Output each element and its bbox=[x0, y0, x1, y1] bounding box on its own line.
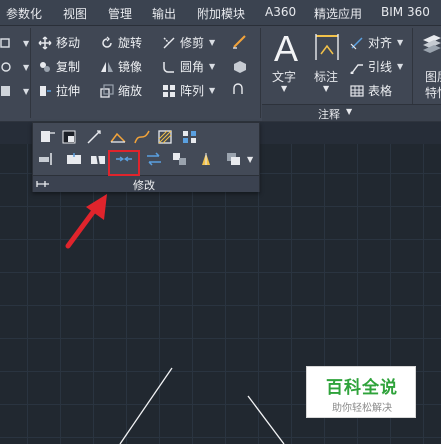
annotation-footer-label: 注释 bbox=[318, 108, 340, 121]
draw-partial-icon bbox=[1, 62, 11, 72]
trim-dropdown[interactable]: ▼ bbox=[209, 38, 215, 47]
rotate-button[interactable]: 旋转 bbox=[100, 34, 142, 51]
array-label: 阵列 bbox=[180, 84, 205, 98]
stretch-button[interactable]: 拉伸 bbox=[38, 82, 80, 99]
align-label: 对齐 bbox=[368, 36, 393, 50]
annotation-panel-footer[interactable]: 注释 ▼ bbox=[262, 104, 441, 121]
move-button[interactable]: 移动 bbox=[38, 34, 80, 51]
dimension-icon bbox=[315, 34, 339, 60]
trim-icon bbox=[163, 37, 175, 48]
draw-partial-icon bbox=[1, 86, 10, 96]
lengthen-icon[interactable] bbox=[85, 129, 103, 145]
move-icon bbox=[38, 36, 52, 49]
mirror-button[interactable]: 镜像 bbox=[100, 58, 142, 75]
align-dim-button[interactable]: 对齐 ▼ bbox=[350, 34, 403, 51]
modify-panel-expanded: ▼ 修改 bbox=[32, 122, 260, 192]
layers-icon[interactable] bbox=[420, 32, 441, 60]
align-icon[interactable] bbox=[37, 151, 55, 167]
leader-button[interactable]: 引线 ▼ bbox=[350, 58, 403, 75]
ribbon-separator bbox=[30, 28, 31, 118]
dimension-label: 标注 bbox=[314, 70, 339, 84]
ribbon-separator bbox=[260, 28, 261, 118]
edit-polyline-icon[interactable] bbox=[109, 129, 127, 145]
match-properties-icon[interactable] bbox=[39, 129, 57, 145]
table-button[interactable]: 表格 bbox=[350, 82, 392, 99]
trim-button[interactable]: 修剪 ▼ bbox=[162, 34, 215, 51]
reverse-icon[interactable] bbox=[145, 151, 163, 167]
edit-spline-icon[interactable] bbox=[133, 129, 151, 145]
pointer-arrow-icon bbox=[65, 194, 107, 249]
fillet-label: 圆角 bbox=[180, 60, 205, 74]
text-label: 文字 bbox=[272, 70, 297, 84]
text-big-icon: A bbox=[274, 28, 299, 69]
mirror-label: 镜像 bbox=[118, 60, 143, 74]
copy-label: 复制 bbox=[56, 60, 81, 74]
stretch-label: 拉伸 bbox=[56, 84, 81, 98]
scale-icon bbox=[100, 83, 114, 98]
copy-button[interactable]: 复制 bbox=[38, 58, 80, 75]
dimension-button[interactable]: 标注 ▼ bbox=[310, 30, 344, 100]
offset-icon[interactable] bbox=[231, 82, 249, 98]
draw-partial-icon bbox=[0, 38, 10, 48]
modify-footer-label: 修改 bbox=[133, 179, 155, 192]
properties-label: 特性 bbox=[425, 86, 441, 100]
draw-order-icon[interactable] bbox=[197, 151, 215, 167]
fillet-icon bbox=[163, 61, 174, 73]
stretch-icon bbox=[40, 85, 51, 96]
change-space-icon[interactable] bbox=[61, 129, 79, 145]
rotate-icon bbox=[102, 36, 112, 48]
table-label: 表格 bbox=[368, 84, 393, 98]
join-tool-highlight bbox=[108, 150, 140, 176]
menu-featured-apps[interactable]: 精选应用 bbox=[314, 5, 362, 22]
delete-duplicates-icon[interactable] bbox=[171, 151, 189, 167]
bring-to-front-icon[interactable] bbox=[225, 151, 243, 167]
table-icon bbox=[350, 84, 364, 97]
fillet-button[interactable]: 圆角 ▼ bbox=[162, 58, 215, 75]
array-icon bbox=[163, 84, 175, 97]
explode-icon[interactable] bbox=[231, 58, 249, 74]
menu-manage[interactable]: 管理 bbox=[108, 5, 132, 22]
menu-view[interactable]: 视图 bbox=[63, 5, 87, 22]
array-dropdown[interactable]: ▼ bbox=[209, 86, 215, 95]
move-label: 移动 bbox=[56, 36, 81, 50]
menu-output[interactable]: 输出 bbox=[152, 5, 176, 22]
menu-bar: 参数化 视图 管理 输出 附加模块 A360 精选应用 BIM 360 bbox=[0, 0, 441, 26]
erase-icon[interactable] bbox=[231, 34, 249, 50]
watermark-subtitle: 助你轻松解决 bbox=[332, 403, 392, 414]
menu-a360[interactable]: A360 bbox=[265, 5, 296, 19]
draw-order-dropdown-icon[interactable]: ▼ bbox=[247, 155, 253, 164]
copy-icon bbox=[40, 61, 50, 72]
menu-bim360[interactable]: BIM 360 bbox=[381, 5, 430, 19]
layers-label: 图层 bbox=[425, 70, 441, 84]
draw-partial-1[interactable]: ▼ bbox=[0, 36, 29, 50]
text-dropdown[interactable]: ▼ bbox=[281, 84, 287, 93]
trim-label: 修剪 bbox=[180, 36, 205, 50]
watermark-title: 百科全说 bbox=[326, 378, 398, 398]
annotation-expand-icon: ▼ bbox=[346, 107, 353, 116]
draw-partial-3[interactable]: ▼ bbox=[0, 84, 29, 98]
pin-icon[interactable] bbox=[36, 179, 50, 189]
rotate-label: 旋转 bbox=[118, 36, 143, 50]
text-button[interactable]: A 文字 ▼ bbox=[266, 28, 306, 98]
break-icon[interactable] bbox=[89, 151, 107, 167]
mirror-icon bbox=[101, 61, 113, 72]
menu-addons[interactable]: 附加模块 bbox=[197, 5, 245, 22]
scale-label: 缩放 bbox=[118, 84, 143, 98]
fillet-dropdown[interactable]: ▼ bbox=[209, 62, 215, 71]
leader-dropdown[interactable]: ▼ bbox=[397, 62, 403, 71]
scale-button[interactable]: 缩放 bbox=[100, 82, 142, 99]
dimension-dropdown[interactable]: ▼ bbox=[323, 84, 329, 93]
menu-parametric[interactable]: 参数化 bbox=[6, 5, 42, 22]
aligned-dimension-icon bbox=[350, 36, 363, 49]
watermark-badge: 百科全说 助你轻松解决 bbox=[306, 366, 416, 418]
draw-partial-2[interactable]: ▼ bbox=[0, 60, 29, 74]
leader-icon bbox=[350, 63, 363, 74]
leader-label: 引线 bbox=[368, 60, 393, 74]
array-button[interactable]: 阵列 ▼ bbox=[162, 82, 215, 99]
align-dropdown[interactable]: ▼ bbox=[397, 38, 403, 47]
edit-array-icon[interactable] bbox=[181, 129, 199, 145]
break-at-point-icon[interactable] bbox=[65, 151, 83, 167]
edit-hatch-icon[interactable] bbox=[157, 129, 175, 145]
